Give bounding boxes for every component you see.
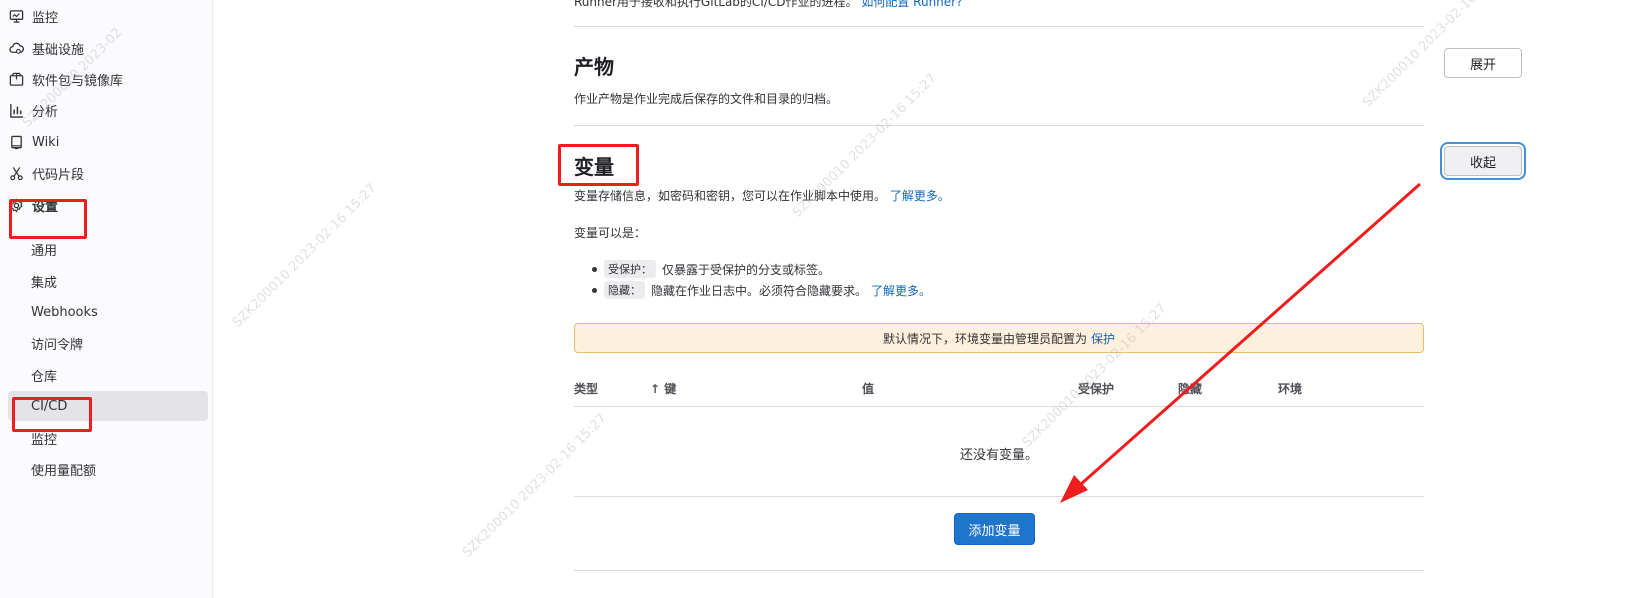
sidebar-subitem-general[interactable]: 通用 [0, 234, 208, 264]
scissors-icon [8, 165, 24, 181]
sidebar-subitem-webhooks[interactable]: Webhooks [0, 297, 208, 327]
code-protected: 受保护： [604, 260, 656, 278]
sidebar-item-infrastructure[interactable]: 基础设施 [0, 34, 208, 62]
runner-description: Runner用于接收和执行GitLab的CI/CD作业的进程。 如何配置 Run… [574, 0, 962, 10]
default-protected-alert: 默认情况下，环境变量由管理员配置为 保护 [574, 323, 1424, 353]
sidebar-item-analytics[interactable]: 分析 [0, 96, 208, 124]
sidebar-subitem-cicd[interactable]: CI/CD [8, 391, 208, 421]
column-header-environment: 环境 [1278, 382, 1303, 396]
variables-intro: 变量可以是： [574, 226, 647, 240]
sidebar-subitem-repository[interactable]: 仓库 [0, 360, 208, 390]
column-header-key[interactable]: ↑ 键 [650, 380, 676, 397]
list-item: 受保护： 仅暴露于受保护的分支或标签。 [592, 260, 830, 278]
sidebar-item-snippets[interactable]: 代码片段 [0, 159, 208, 187]
sidebar-subitem-access-tokens[interactable]: 访问令牌 [0, 328, 208, 358]
protected-link[interactable]: 保护 [1091, 330, 1115, 347]
sidebar-subitem-usage-quotas[interactable]: 使用量配额 [0, 454, 208, 484]
bullet [592, 267, 597, 272]
add-variable-button[interactable]: 添加变量 [954, 513, 1035, 545]
code-masked: 隐藏： [604, 281, 645, 299]
list-item: 隐藏： 隐藏在作业日志中。必须符合隐藏要求。 了解更多。 [592, 281, 931, 299]
monitor-icon [8, 8, 24, 24]
sidebar-item-packages[interactable]: 软件包与镜像库 [0, 65, 208, 93]
sidebar-subitem-monitor[interactable]: 监控 [0, 423, 208, 453]
cloud-gear-icon [8, 40, 24, 56]
column-header-masked: 隐藏 [1178, 382, 1203, 396]
sidebar-item-wiki[interactable]: Wiki [0, 128, 208, 156]
divider [574, 26, 1424, 27]
watermark: SZK200010 2023-02-16 15:27 [230, 180, 380, 331]
sidebar-item-label: 基础设施 [32, 42, 85, 58]
package-icon [8, 71, 24, 87]
watermark: SZK200010 2023-02-16 15:27 [460, 410, 610, 561]
variables-title: 变量 [574, 155, 614, 179]
gear-icon [8, 197, 24, 213]
empty-state: 还没有变量。 [959, 448, 1038, 463]
chart-icon [8, 102, 24, 118]
table-divider [574, 496, 1424, 497]
learn-more-link[interactable]: 了解更多。 [890, 189, 950, 203]
sidebar-item-label: 分析 [32, 104, 59, 120]
column-header-protected: 受保护 [1078, 382, 1115, 396]
sidebar: 监控 基础设施 软件包与镜像库 分析 Wiki 代码片段 设置 通用 集成 We… [0, 0, 213, 598]
sidebar-item-label: 设置 [32, 199, 59, 215]
sidebar-item-label: Wiki [32, 134, 60, 150]
sidebar-item-settings[interactable]: 设置 [0, 191, 208, 219]
variables-description: 变量存储信息，如密码和密钥，您可以在作业脚本中使用。 了解更多。 [574, 189, 950, 203]
table-divider [574, 406, 1424, 407]
column-header-type[interactable]: 类型 [574, 380, 598, 397]
bullet [592, 288, 597, 293]
sidebar-item-monitor[interactable]: 监控 [0, 2, 208, 30]
column-header-value: 值 [862, 382, 875, 396]
book-icon [8, 134, 24, 150]
divider [574, 570, 1424, 571]
sidebar-item-label: 代码片段 [32, 167, 85, 183]
artifacts-title: 产物 [574, 55, 614, 79]
expand-button[interactable]: 展开 [1444, 48, 1522, 78]
masked-learn-more-link[interactable]: 了解更多。 [871, 282, 931, 299]
sidebar-subitem-integrations[interactable]: 集成 [0, 266, 208, 296]
sidebar-item-label: 监控 [32, 10, 59, 26]
divider [574, 125, 1424, 126]
artifacts-description: 作业产物是作业完成后保存的文件和目录的归档。 [574, 92, 839, 106]
sidebar-item-label: 软件包与镜像库 [32, 73, 124, 89]
collapse-button[interactable]: 收起 [1444, 146, 1522, 176]
runner-config-link[interactable]: 如何配置 Runner? [861, 0, 962, 9]
